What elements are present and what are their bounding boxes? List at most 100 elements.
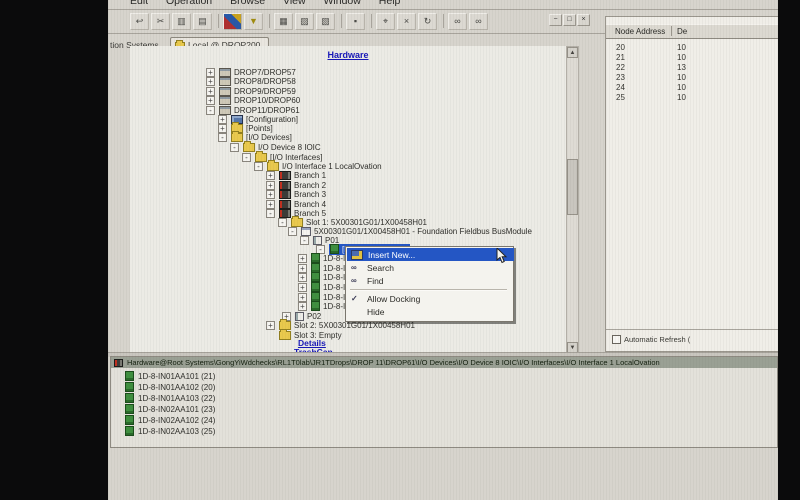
expand-icon[interactable]: + xyxy=(298,283,307,292)
menu-window[interactable]: Window xyxy=(324,0,361,7)
menu-item-find[interactable]: ∞ Find xyxy=(347,274,514,287)
menu-item-search[interactable]: ∞ Search xyxy=(347,261,514,274)
expand-icon[interactable]: - xyxy=(278,218,287,227)
branch-icon xyxy=(279,171,291,180)
menu-help[interactable]: Help xyxy=(379,0,401,7)
menu-edit[interactable]: Edit xyxy=(130,0,148,7)
expand-icon[interactable]: - xyxy=(230,143,239,152)
mouse-cursor xyxy=(496,248,508,270)
window-controls: − □ × xyxy=(548,14,590,26)
expand-icon[interactable]: + xyxy=(266,171,275,180)
menu-item-allow-docking[interactable]: ✓ Allow Docking xyxy=(347,292,514,305)
hardware-root-icon xyxy=(114,359,123,367)
menu-item-hide[interactable]: Hide xyxy=(347,305,514,318)
expand-icon[interactable]: + xyxy=(266,321,275,330)
palette-icon[interactable] xyxy=(223,13,242,30)
hardware-title[interactable]: Hardware xyxy=(130,50,566,60)
device-icon xyxy=(125,371,134,381)
menu-item-label: Insert New... xyxy=(368,250,415,260)
expand-icon[interactable]: + xyxy=(298,254,307,263)
menu-item-label: Allow Docking xyxy=(367,294,420,304)
tree-item-io-devices[interactable]: - [I/O Devices] xyxy=(218,132,292,142)
search-icon[interactable]: ∞ xyxy=(469,13,488,30)
tree-item-branch-1[interactable]: + Branch 1 xyxy=(266,170,326,180)
tree-item-drop8[interactable]: + DROP8/DROP58 xyxy=(206,76,296,86)
folder-icon xyxy=(279,331,291,340)
filter-icon[interactable]: ▼ xyxy=(244,13,263,30)
bottom-list-item[interactable]: 1D-8-IN01AA101 (21) xyxy=(125,371,215,381)
report-icon[interactable]: ▧ xyxy=(316,13,335,30)
tree-item-label: DROP8/DROP58 xyxy=(234,77,296,86)
expand-icon[interactable]: - xyxy=(288,227,297,236)
expand-icon[interactable]: + xyxy=(266,190,275,199)
col-node-address: Node Address xyxy=(615,27,665,36)
delete-icon[interactable]: × xyxy=(397,13,416,30)
menu-browse[interactable]: Browse xyxy=(230,0,265,7)
cut-icon[interactable]: ✂ xyxy=(151,13,170,30)
tree-scrollbar[interactable]: ▲ ▼ xyxy=(566,46,579,354)
device-icon xyxy=(125,393,134,403)
photo-stage: Edit Operation Browse View Window Help ↩… xyxy=(0,0,800,500)
minimize-button[interactable]: − xyxy=(549,14,562,26)
menu-separator xyxy=(350,289,507,290)
expand-icon[interactable]: - xyxy=(300,236,309,245)
tree-item-io-device-8[interactable]: - I/O Device 8 IOIC xyxy=(230,142,321,152)
bottom-device-panel: Hardware@Root Systems\GongYiWdchecks\RL1… xyxy=(110,356,778,448)
bottom-list-item[interactable]: 1D-8-IN01AA102 (20) xyxy=(125,382,215,392)
col-device: De xyxy=(677,27,687,36)
expand-icon[interactable]: + xyxy=(298,302,307,311)
menu-item-insert-new[interactable]: Insert New... xyxy=(347,248,514,261)
menu-item-label: Search xyxy=(367,263,394,273)
export-icon[interactable]: ▨ xyxy=(295,13,314,30)
print-icon[interactable]: ▦ xyxy=(274,13,293,30)
menu-bar: Edit Operation Browse View Window Help xyxy=(130,0,415,8)
menu-operation[interactable]: Operation xyxy=(166,0,212,7)
scroll-up-icon[interactable]: ▲ xyxy=(567,47,578,58)
insert-new-icon xyxy=(351,250,363,260)
auto-refresh-checkbox[interactable] xyxy=(612,335,621,344)
bottom-panel-header[interactable]: Hardware@Root Systems\GongYiWdchecks\RL1… xyxy=(111,357,777,368)
tree-item-label: Branch 1 xyxy=(294,171,326,180)
close-button[interactable]: × xyxy=(577,14,590,26)
device-icon xyxy=(311,301,320,311)
tree-item-label: [I/O Devices] xyxy=(246,133,292,142)
copy-icon[interactable]: ▥ xyxy=(172,13,191,30)
bottom-item-label: 1D-8-IN02AA103 (25) xyxy=(138,427,215,436)
restore-button[interactable]: □ xyxy=(563,14,576,26)
find-icon[interactable]: ∞ xyxy=(448,13,467,30)
tree-item-branch-3[interactable]: +Branch 3 xyxy=(266,189,326,199)
expand-icon[interactable]: + xyxy=(206,77,215,86)
drop-icon xyxy=(219,96,231,105)
expand-icon[interactable]: - xyxy=(206,106,215,115)
expand-icon[interactable]: - xyxy=(266,209,275,218)
tree-item-label: DROP10/DROP60 xyxy=(234,96,300,105)
toolbar-separator xyxy=(371,14,372,28)
bottom-item-label: 1D-8-IN01AA102 (20) xyxy=(138,383,215,392)
bottom-list-item[interactable]: 1D-8-IN02AA102 (24) xyxy=(125,415,215,425)
device-icon xyxy=(311,253,320,263)
bottom-list-item[interactable]: 1D-8-IN02AA101 (23) xyxy=(125,404,215,414)
camera-icon[interactable]: ▪ xyxy=(346,13,365,30)
tree-item-label: I/O Device 8 IOIC xyxy=(258,143,321,152)
folder-icon xyxy=(243,143,255,152)
expand-icon[interactable]: - xyxy=(218,133,227,142)
tree-item-drop10[interactable]: + DROP10/DROP60 xyxy=(206,95,300,105)
expand-icon[interactable]: + xyxy=(206,96,215,105)
toolbar: ↩ ✂ ▥ ▤ ▼ ▦ ▨ ▧ ▪ ⌖ × ↻ ∞ ∞ xyxy=(130,11,490,31)
undo-icon[interactable]: ↩ xyxy=(130,13,149,30)
scrollbar-thumb[interactable] xyxy=(567,159,578,215)
branch-icon xyxy=(279,190,291,199)
paste-icon[interactable]: ▤ xyxy=(193,13,212,30)
menu-view[interactable]: View xyxy=(283,0,306,7)
tree-item-label: 5X00301G01/1X00458H01 - Foundation Field… xyxy=(314,227,532,236)
refresh-icon[interactable]: ↻ xyxy=(418,13,437,30)
expand-icon[interactable]: - xyxy=(254,162,263,171)
bottom-list-item[interactable]: 1D-8-IN01AA103 (22) xyxy=(125,393,215,403)
expand-icon[interactable]: - xyxy=(242,153,251,162)
panel-divider xyxy=(606,329,778,330)
expand-icon[interactable]: + xyxy=(298,273,307,282)
select-icon[interactable]: ⌖ xyxy=(376,13,395,30)
menu-divider xyxy=(108,9,778,10)
bottom-list-item[interactable]: 1D-8-IN02AA103 (25) xyxy=(125,426,215,436)
folder-icon xyxy=(231,133,243,142)
